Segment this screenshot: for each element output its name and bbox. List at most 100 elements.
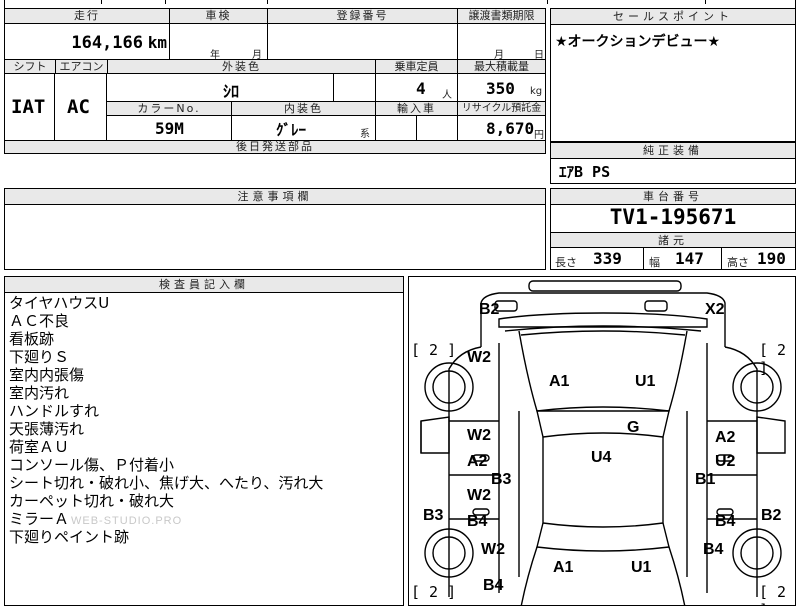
note-line: ハンドルすれ	[9, 402, 100, 420]
genuine-equipment-box: 純正装備 ｴｱB PS	[550, 142, 796, 184]
load-label: 最大積載量	[457, 60, 545, 74]
damage-mark: B1	[695, 471, 716, 488]
sales-point-text: ★オークションデビュー★	[555, 34, 721, 50]
car-diagram-box: [ 2 ] [ 2 ] [ 2 ] [ 2 ] B2 X2 W2 A1 U1 G…	[408, 276, 796, 606]
chassis-label: 車台番号	[551, 189, 795, 205]
note-line: カーペット切れ・破れ大	[9, 492, 175, 510]
top-cutoff-strip	[4, 0, 796, 8]
inspector-notes: タイヤハウスU ＡＣ不良 看板跡 下廻りＳ 室内内張傷 室内汚れ ハンドルすれ …	[9, 294, 323, 546]
transfer-label: 譲渡書類期限	[457, 9, 545, 24]
load-value: 350	[486, 79, 515, 98]
note-line: 看板跡	[9, 330, 55, 348]
seats-cell: 4 人	[375, 74, 457, 102]
note-line: 室内汚れ	[9, 384, 70, 402]
exterior-label: 外装色	[107, 60, 375, 74]
damage-mark: A2	[715, 429, 736, 446]
wheel-bracket-top-right: [ 2 ]	[759, 341, 787, 377]
length-value: 339	[593, 249, 622, 268]
note-line: 下廻りＳ	[9, 348, 70, 366]
width-label: 幅	[649, 256, 660, 269]
caution-notes-label: 注意事項欄	[5, 189, 545, 205]
parts-label: 後日発送部品	[5, 140, 545, 153]
vehicle-info-table: 走行 車検 登録番号 譲渡書類期限 164,166 km 年 月 月 日 シフト…	[4, 8, 546, 154]
shift-label: シフト	[5, 60, 55, 74]
note-line: ＡＣ不良	[9, 312, 70, 330]
ac-cell: AC	[55, 74, 107, 140]
inspection-cell: 年 月	[169, 24, 267, 60]
note-line: 荷室ＡＵ	[9, 438, 70, 456]
spec-row: 長さ 339 幅 147 高さ 190	[551, 248, 795, 269]
note-line: シート切れ・破れ小、焦げ大、へたり、汚れ大	[9, 474, 324, 492]
sales-point-label: セールスポイント	[551, 9, 795, 25]
inspector-label: 検査員記入欄	[5, 277, 403, 293]
genuine-text: ｴｱB PS	[559, 163, 611, 181]
interior-value: ｸﾞﾚｰ	[276, 121, 307, 139]
inspection-label: 車検	[169, 9, 267, 24]
damage-mark: A2	[467, 453, 488, 470]
damage-mark: U2	[715, 453, 736, 470]
load-cell: 350 kg	[457, 74, 545, 102]
damage-mark: B4	[703, 541, 724, 558]
damage-mark: B4	[467, 513, 488, 530]
note-line: 天張薄汚れ	[9, 420, 85, 438]
wheel-bracket-bottom-left: [ 2 ]	[411, 583, 457, 601]
exterior-cell: ｼﾛ	[107, 74, 375, 102]
damage-mark: W2	[467, 487, 491, 504]
damage-mark: B3	[491, 471, 512, 488]
damage-mark: U4	[591, 449, 612, 466]
transfer-day: 日	[534, 50, 544, 60]
recycle-label: リサイクル預託金	[457, 102, 545, 116]
inspection-month: 月	[252, 50, 262, 60]
damage-mark: U1	[631, 559, 652, 576]
damage-mark: B4	[483, 577, 504, 594]
watermark: WEB-STUDIO.PRO	[71, 515, 183, 527]
spec-label: 諸元	[551, 232, 795, 248]
chassis-box: 車台番号 TV1-195671 諸元 長さ 339 幅 147 高さ 190	[550, 188, 796, 270]
height-label: 高さ	[727, 256, 749, 269]
damage-mark: W2	[481, 541, 505, 558]
exterior-value: ｼﾛ	[223, 82, 240, 101]
genuine-label: 純正装備	[551, 143, 795, 159]
mileage-label: 走行	[5, 9, 169, 24]
damage-mark: A1	[553, 559, 574, 576]
mileage-cell: 164,166 km	[5, 24, 169, 60]
damage-mark: B2	[761, 507, 782, 524]
width-value: 147	[675, 249, 704, 268]
height-value: 190	[757, 249, 786, 268]
damage-mark: B4	[715, 513, 736, 530]
note-line: タイヤハウスU	[9, 294, 110, 312]
import-label: 輸入車	[375, 102, 457, 116]
registration-cell	[267, 24, 457, 60]
seats-label: 乗車定員	[375, 60, 457, 74]
caution-notes-box: 注意事項欄	[4, 188, 546, 270]
shift-value: IAT	[11, 96, 46, 118]
inspection-year: 年	[210, 50, 220, 60]
damage-mark: G	[627, 419, 640, 436]
ac-label: エアコン	[55, 60, 107, 74]
mileage-value: 164,166	[71, 33, 143, 53]
damage-mark: W2	[467, 427, 491, 444]
recycle-unit: 円	[534, 130, 544, 140]
recycle-value: 8,670	[486, 119, 535, 138]
interior-cell: ｸﾞﾚｰ 系	[231, 116, 375, 140]
shift-cell: IAT	[5, 74, 55, 140]
note-line: コンソール傷、Ｐ付着小	[9, 456, 175, 474]
color-no-label: カラーNo.	[107, 102, 231, 116]
wheel-bracket-bottom-right: [ 2 ]	[759, 583, 787, 605]
seats-unit: 人	[442, 90, 452, 101]
transfer-cell: 月 日	[457, 24, 545, 60]
registration-label: 登録番号	[267, 9, 457, 24]
damage-mark: U1	[635, 373, 656, 390]
interior-label: 内装色	[231, 102, 375, 116]
sales-point-box: セールスポイント ★オークションデビュー★	[550, 8, 796, 142]
inspector-box: 検査員記入欄 タイヤハウスU ＡＣ不良 看板跡 下廻りＳ 室内内張傷 室内汚れ …	[4, 276, 404, 606]
damage-mark: B2	[479, 301, 500, 318]
transfer-month: 月	[494, 50, 504, 60]
damage-mark: W2	[467, 349, 491, 366]
seats-value: 4	[416, 79, 426, 98]
color-no-value: 59M	[155, 119, 184, 138]
wheel-bracket-top-left: [ 2 ]	[411, 341, 457, 359]
damage-mark: X2	[705, 301, 725, 318]
note-line: 室内内張傷	[9, 366, 85, 384]
import-cell	[375, 116, 457, 140]
